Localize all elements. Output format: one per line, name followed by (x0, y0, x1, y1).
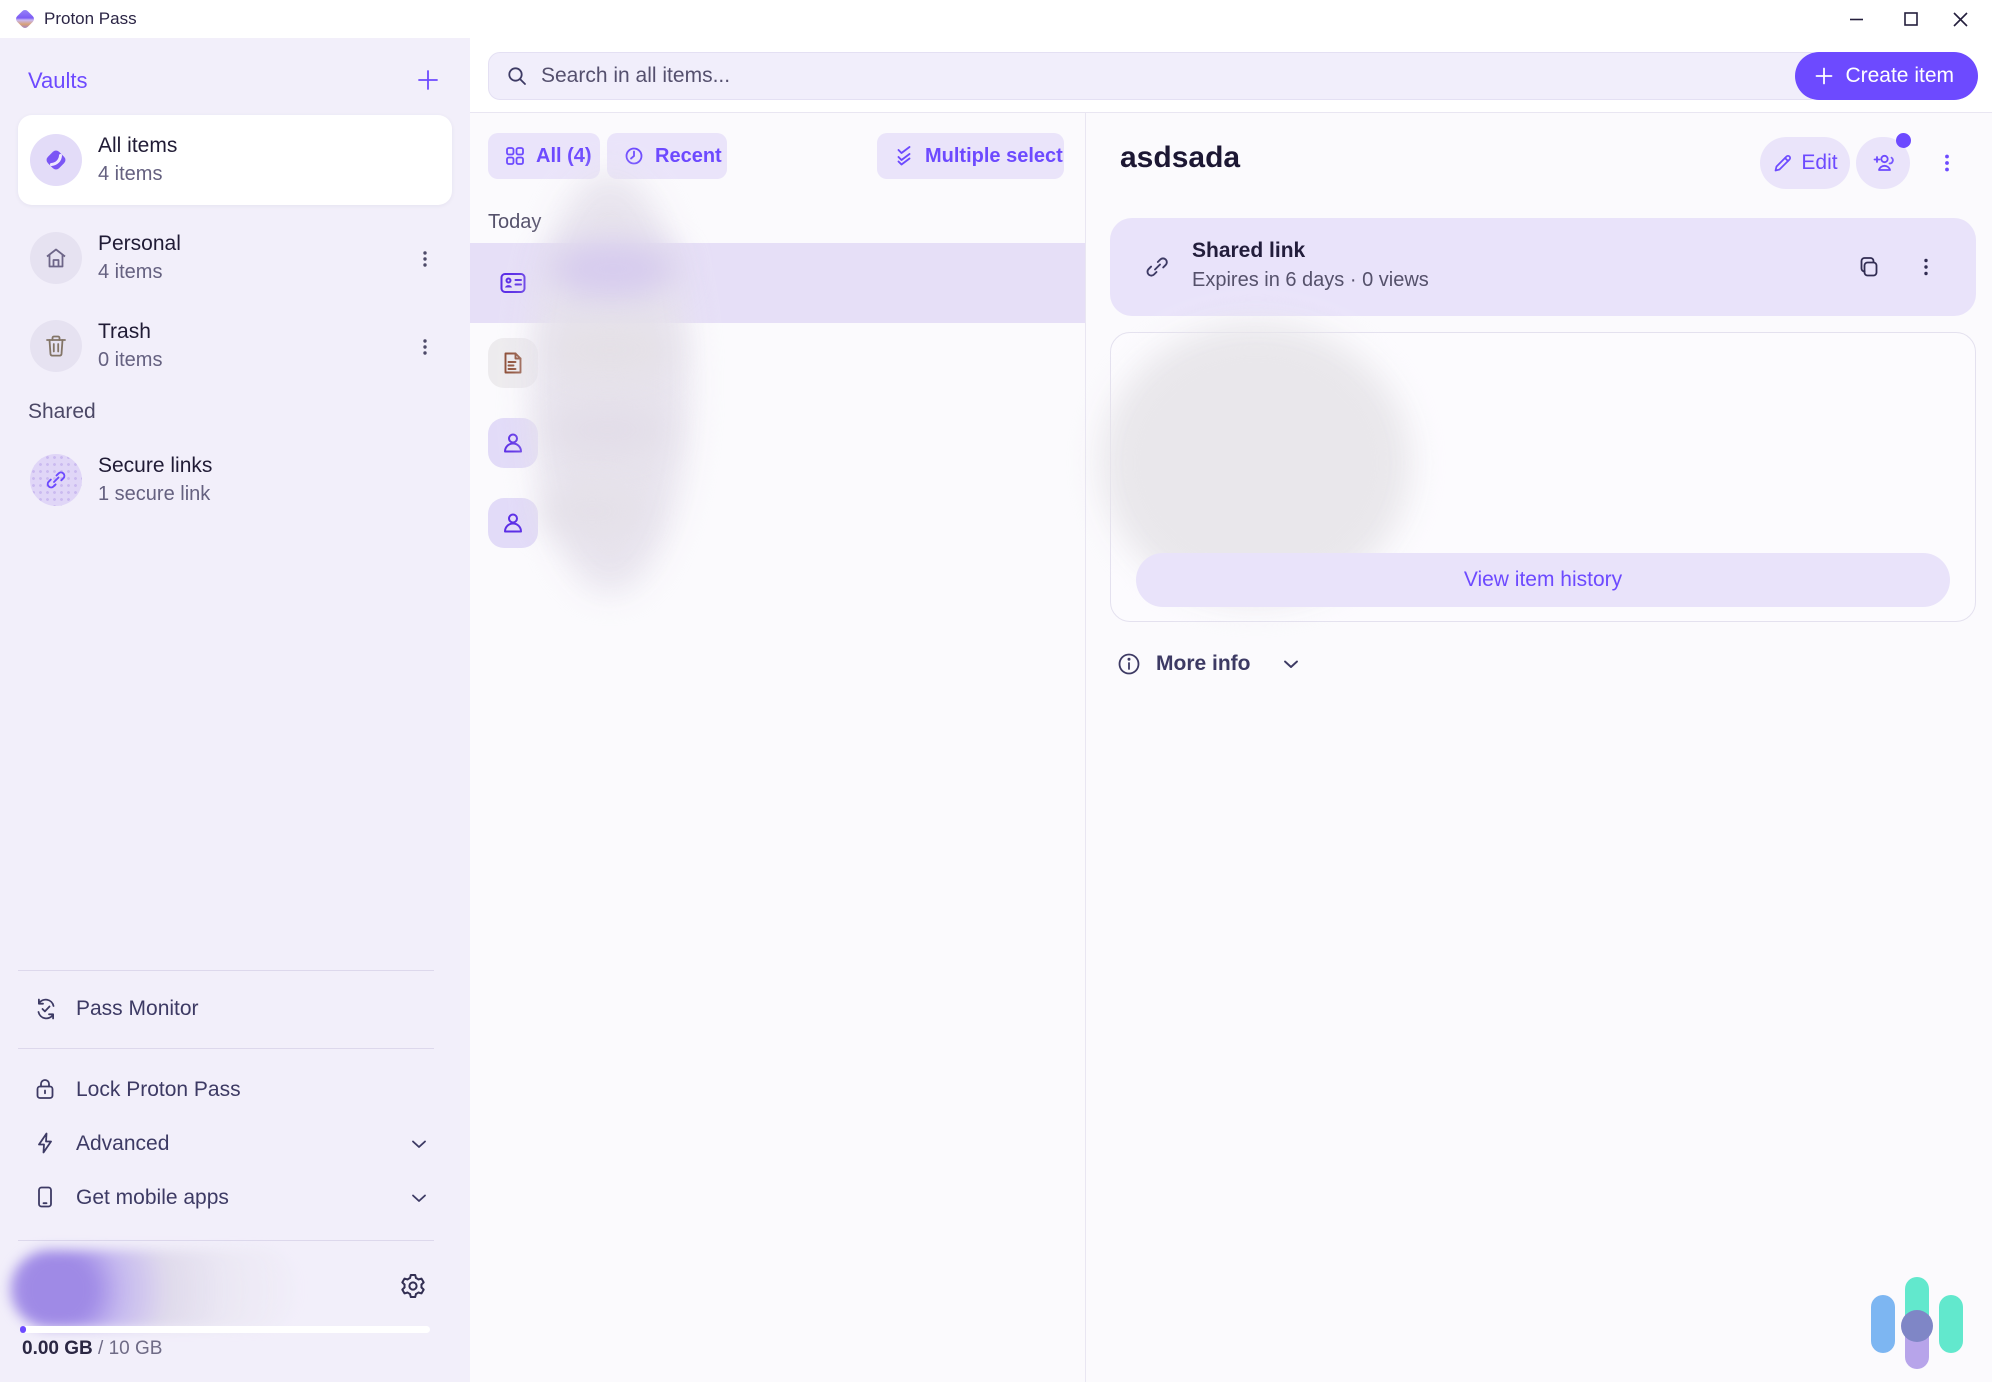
blurred-item-title (542, 487, 642, 535)
app-title: Proton Pass (44, 9, 137, 29)
vault-name: Trash (98, 318, 162, 346)
shield-sync-icon (32, 995, 60, 1023)
storage-used: 0.00 GB (22, 1338, 93, 1359)
info-icon (1116, 651, 1142, 677)
sidebar-item-pass-monitor[interactable]: Pass Monitor (18, 985, 452, 1033)
multiple-select-label: Multiple select (925, 145, 1063, 168)
filter-recent-chip[interactable]: Recent (607, 133, 727, 179)
filter-recent-label: Recent (655, 145, 722, 168)
proton-pass-logo-icon (13, 7, 37, 31)
share-notification-dot (1896, 133, 1911, 148)
add-vault-button[interactable] (408, 60, 448, 100)
item-detail-panel: asdsada Edit Shared link Expires in 6 da… (1086, 113, 1992, 1382)
sidebar: Vaults All items 4 items Personal 4 item… (0, 38, 470, 1382)
loader-bar-blue (1871, 1295, 1895, 1353)
user-icon (488, 498, 538, 548)
user-icon (488, 418, 538, 468)
trash-icon (30, 320, 82, 372)
window-minimize-button[interactable] (1830, 0, 1882, 38)
search-icon (505, 64, 529, 88)
storage-text: 0.00 GB / 10 GB (22, 1338, 162, 1360)
proton-loader-graphic (1860, 1270, 1970, 1375)
vault-count: 4 items (98, 258, 181, 286)
chevron-down-icon (408, 1133, 430, 1155)
view-item-history-button[interactable]: View item history (1136, 553, 1950, 607)
filter-all-label: All (4) (536, 145, 592, 168)
search-input[interactable] (541, 64, 1821, 88)
blurred-item-title (550, 325, 670, 375)
item-content-card: View item history (1110, 332, 1976, 622)
sidebar-item-get-mobile-apps[interactable]: Get mobile apps (18, 1174, 452, 1222)
shared-section-header: Shared (28, 400, 96, 424)
storage-progress-bar (20, 1326, 430, 1333)
chevron-down-icon (1279, 652, 1303, 676)
topbar: Create item (470, 38, 1992, 113)
item-title: asdsada (1120, 141, 1240, 175)
item-list-panel: All (4) Recent Multiple select Today (470, 113, 1086, 1382)
phone-icon (32, 1184, 60, 1212)
divider (18, 1048, 434, 1049)
vault-count: 4 items (98, 160, 177, 188)
more-info-label: More info (1156, 652, 1251, 676)
edit-button[interactable]: Edit (1760, 137, 1850, 189)
vault-options-icon[interactable] (412, 334, 438, 360)
shared-link-card: Shared link Expires in 6 days · 0 views (1110, 218, 1976, 316)
shared-link-options-icon[interactable] (1910, 248, 1942, 286)
divider (18, 970, 434, 971)
storage-progress-fill (20, 1326, 26, 1333)
vaults-header: Vaults (28, 68, 88, 94)
chevron-down-icon (408, 1187, 430, 1209)
blurred-item-title (548, 241, 678, 297)
storage-separator: / (93, 1338, 109, 1359)
home-icon (30, 232, 82, 284)
window-close-button[interactable] (1934, 0, 1986, 38)
sidebar-item-personal[interactable]: Personal 4 items (18, 213, 452, 303)
search-box[interactable] (488, 52, 1822, 100)
shared-link-title: Shared link (1192, 239, 1305, 263)
sidebar-item-trash[interactable]: Trash 0 items (18, 301, 452, 391)
link-icon (30, 454, 82, 506)
edit-label: Edit (1801, 151, 1837, 175)
sidebar-item-label: Pass Monitor (76, 997, 199, 1021)
sidebar-item-label: Get mobile apps (76, 1186, 229, 1210)
user-account-blurred[interactable] (10, 1250, 300, 1328)
diamond-icon (30, 134, 82, 186)
window-maximize-button[interactable] (1885, 0, 1937, 38)
lock-icon (32, 1076, 60, 1104)
sidebar-item-advanced[interactable]: Advanced (18, 1120, 452, 1168)
vault-count: 1 secure link (98, 480, 212, 508)
storage-total: 10 GB (109, 1338, 163, 1359)
list-section-today: Today (488, 211, 541, 234)
divider (18, 1240, 434, 1241)
vault-count: 0 items (98, 346, 162, 374)
shared-link-subtitle: Expires in 6 days · 0 views (1192, 269, 1429, 292)
item-options-icon[interactable] (1932, 145, 1962, 181)
create-item-button[interactable]: Create item (1795, 52, 1978, 100)
link-icon (1142, 252, 1172, 282)
more-info-toggle[interactable]: More info (1116, 651, 1303, 677)
create-item-label: Create item (1845, 64, 1954, 88)
vault-name: Personal (98, 230, 181, 258)
multiple-select-button[interactable]: Multiple select (877, 133, 1064, 179)
vault-name: All items (98, 132, 177, 160)
vault-name: Secure links (98, 452, 212, 480)
settings-gear-icon[interactable] (396, 1270, 430, 1304)
sidebar-item-secure-links[interactable]: Secure links 1 secure link (18, 435, 452, 525)
sidebar-item-all-items[interactable]: All items 4 items (18, 115, 452, 205)
sidebar-item-lock[interactable]: Lock Proton Pass (18, 1066, 452, 1114)
identity-card-icon (488, 258, 538, 308)
loader-dot (1901, 1310, 1933, 1342)
double-check-icon (893, 145, 915, 167)
vault-options-icon[interactable] (412, 246, 438, 272)
titlebar: Proton Pass (0, 0, 1992, 38)
sidebar-item-label: Lock Proton Pass (76, 1078, 241, 1102)
blurred-item-title (550, 405, 665, 455)
loader-bar-teal (1939, 1295, 1963, 1353)
copy-link-icon[interactable] (1850, 248, 1888, 286)
sidebar-item-label: Advanced (76, 1132, 169, 1156)
bolt-icon (32, 1130, 60, 1158)
clock-icon (623, 145, 645, 167)
grid-icon (504, 145, 526, 167)
filter-all-chip[interactable]: All (4) (488, 133, 600, 179)
